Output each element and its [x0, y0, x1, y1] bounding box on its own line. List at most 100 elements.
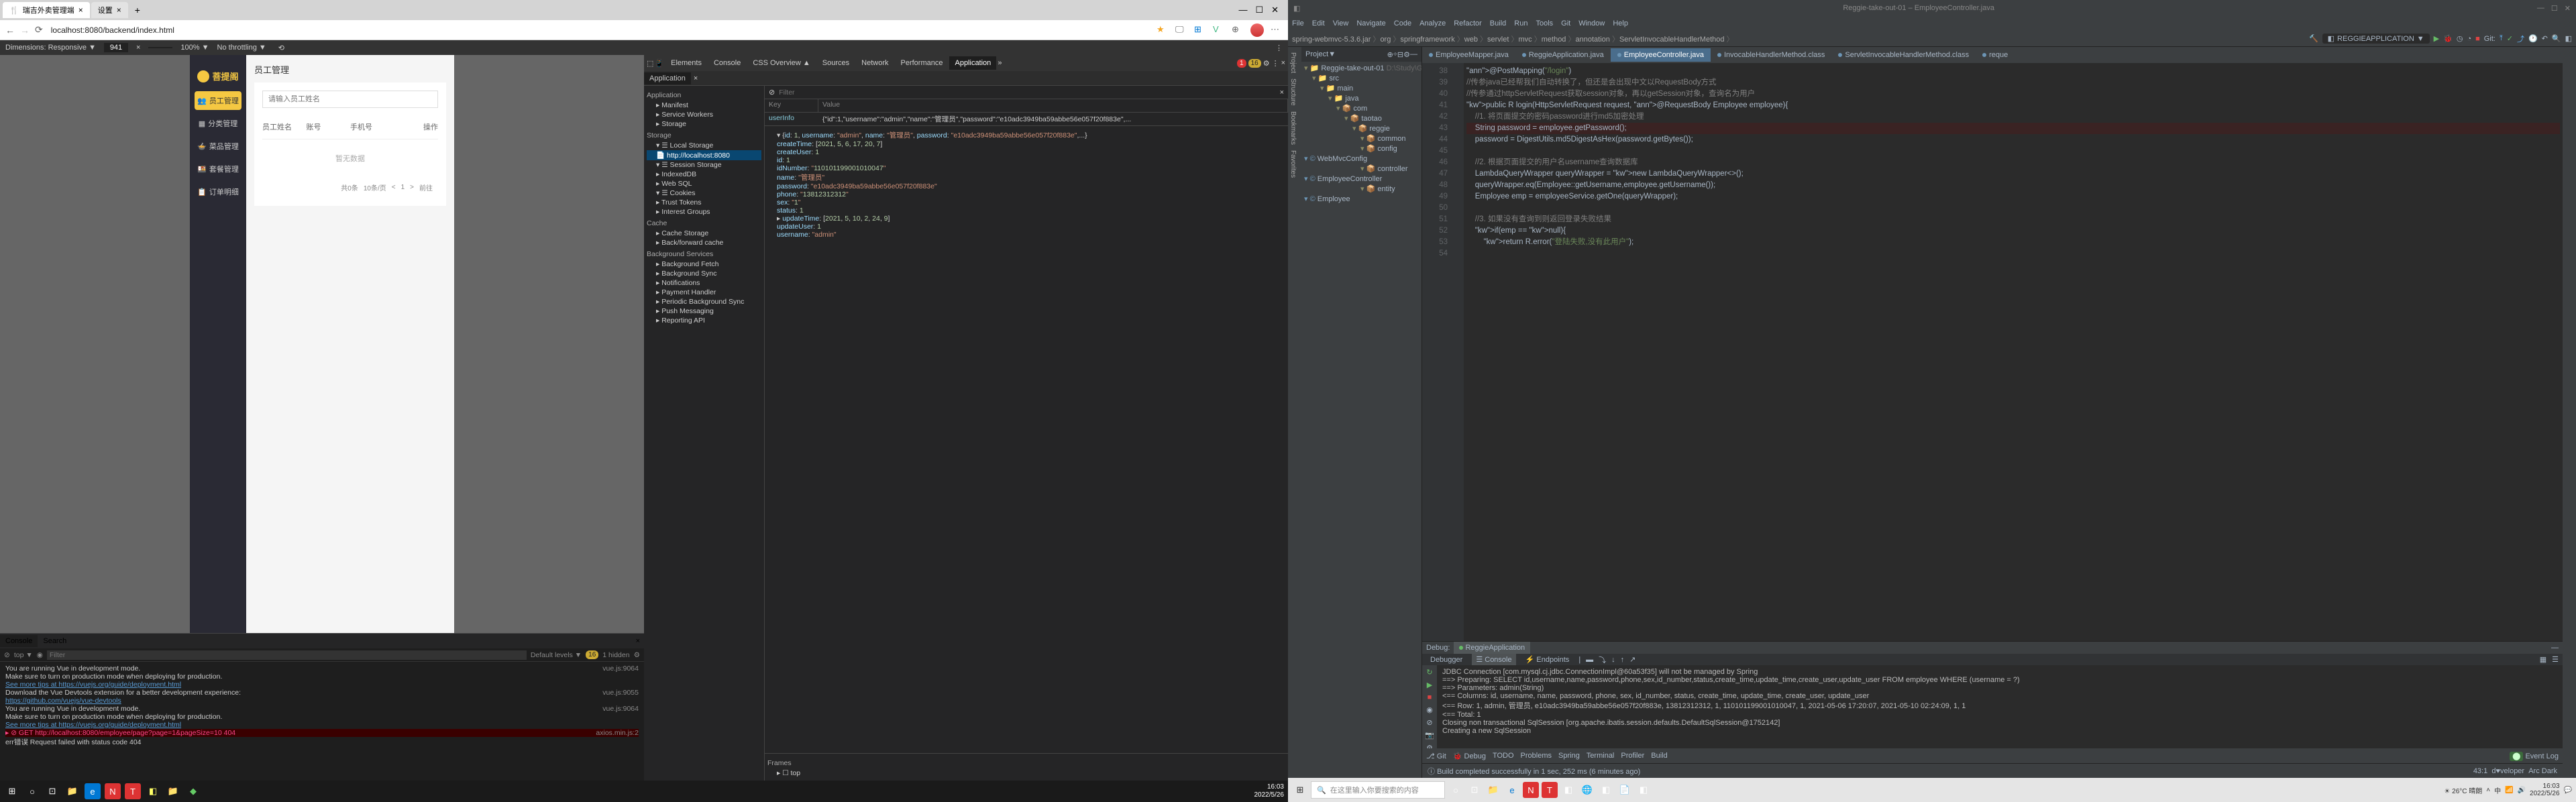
cortana-icon[interactable]: ○	[1448, 782, 1464, 798]
editor-tab[interactable]: InvocableHandlerMethod.class	[1711, 48, 1831, 62]
editor-tab[interactable]: EmployeeMapper.java	[1422, 48, 1515, 62]
menu-refactor[interactable]: Refactor	[1454, 19, 1482, 27]
tree-node[interactable]: ▾ 📦 common	[1304, 133, 1419, 144]
menu-build[interactable]: Build	[1490, 19, 1506, 27]
tree-item[interactable]: ▸ Manifest	[647, 101, 761, 110]
search-icon[interactable]: ○	[24, 783, 40, 799]
editor-tab[interactable]: reque	[1976, 48, 2015, 62]
app-icon[interactable]: 📁	[165, 783, 181, 799]
idea-icon[interactable]: ◧	[1560, 782, 1576, 798]
app-icon[interactable]: 📄	[1617, 782, 1633, 798]
zoom-dropdown[interactable]: 100% ▼	[180, 44, 209, 52]
menu-view[interactable]: View	[1333, 19, 1349, 27]
height-input[interactable]	[148, 47, 172, 48]
debug-icon[interactable]: 🐞	[2443, 34, 2453, 43]
app-icon[interactable]: T	[125, 783, 141, 799]
menu-window[interactable]: Window	[1578, 19, 1605, 27]
minimize-icon[interactable]: —	[2537, 4, 2544, 13]
tree-item[interactable]: ▸ Trust Tokens	[647, 198, 761, 207]
more-icon[interactable]: ⋮	[1275, 44, 1283, 52]
run-to-cursor-icon[interactable]: ↗	[1629, 655, 1635, 664]
structure-tool[interactable]: Structure	[1289, 78, 1300, 106]
weather[interactable]: ☀ 26°C 晴朗	[2444, 785, 2482, 795]
clear-icon[interactable]: ⊘	[4, 651, 10, 659]
tree-node[interactable]: ▾ 📁 src	[1304, 73, 1419, 83]
event-log[interactable]: ⬤ Event Log	[2510, 752, 2559, 760]
menu-navigate[interactable]: Navigate	[1356, 19, 1385, 27]
app-icon[interactable]: ◧	[1635, 782, 1652, 798]
prev-page[interactable]: <	[392, 184, 396, 191]
eye-icon[interactable]: ◉	[37, 651, 43, 659]
start-icon[interactable]: ⊞	[1292, 782, 1308, 798]
inspect-icon[interactable]: ⬚	[647, 59, 653, 68]
editor-tab[interactable]: EmployeeController.java	[1611, 48, 1711, 62]
storage-row[interactable]: userInfo {"id":1,"username":"admin","nam…	[765, 113, 1288, 125]
layout-icon[interactable]: ▦	[2540, 655, 2546, 664]
context-select[interactable]: top ▼	[14, 651, 33, 659]
reload-icon[interactable]: ⟳	[35, 24, 43, 36]
tree-item[interactable]: ▾ ☰ Cookies	[647, 188, 761, 198]
step-out-icon[interactable]: ↑	[1621, 656, 1625, 664]
app-icon[interactable]: N	[1523, 782, 1539, 798]
close-icon[interactable]: ×	[1281, 59, 1285, 67]
frame-top[interactable]: ▸ ☐ top	[767, 768, 1285, 778]
more-tabs[interactable]: »	[998, 59, 1002, 67]
menu-icon[interactable]: ⋯	[1271, 24, 1283, 36]
editor-tab[interactable]: ServletInvocableHandlerMethod.class	[1831, 48, 1976, 62]
close-icon[interactable]: ×	[691, 74, 700, 82]
bottom-tab-profiler[interactable]: Profiler	[1621, 752, 1644, 760]
screen-icon[interactable]: 🖵	[1175, 24, 1187, 36]
level-dropdown[interactable]: Default levels ▼	[531, 651, 582, 659]
run-config-dropdown[interactable]: ◧ REGGIEAPPLICATION ▼	[2322, 34, 2430, 44]
favorites-tool[interactable]: Favorites	[1289, 150, 1300, 178]
tree-node[interactable]: ▾ 📦 taotao	[1304, 113, 1419, 123]
volume-icon[interactable]: 🔊	[2518, 787, 2526, 794]
editor-tab[interactable]: ReggieApplication.java	[1515, 48, 1611, 62]
git-branch[interactable]: d♥veloper	[2491, 767, 2524, 775]
bottom-tab-spring[interactable]: Spring	[1558, 752, 1580, 760]
tree-item[interactable]: 📄 http://localhost:8080	[647, 150, 761, 160]
tree-node[interactable]: ▾ © Employee	[1304, 194, 1419, 204]
sources-tab[interactable]: Sources	[817, 56, 855, 70]
history-icon[interactable]: 🕐	[2528, 34, 2538, 43]
edge-icon[interactable]: e	[85, 783, 101, 799]
app-icon[interactable]: N	[105, 783, 121, 799]
gear-icon[interactable]: ⚙	[1403, 50, 1410, 59]
tree-node[interactable]: ▾ © WebMvcConfig	[1304, 154, 1419, 164]
rerun-icon[interactable]: ↻	[1426, 668, 1432, 677]
page-size-select[interactable]: 10条/页	[364, 182, 386, 192]
url-input[interactable]: localhost:8080/backend/index.html	[48, 24, 1151, 36]
tree-node[interactable]: ▾ 📁 java	[1304, 93, 1419, 103]
elements-tab[interactable]: Elements	[665, 56, 707, 70]
push-icon[interactable]: ⤴	[2517, 34, 2524, 44]
app-subtab[interactable]: Application	[644, 72, 691, 84]
error-badge[interactable]: 1	[1237, 59, 1246, 68]
close-icon[interactable]: —	[2551, 644, 2559, 652]
close-icon[interactable]: ✕	[1271, 5, 1279, 15]
console-tab[interactable]: Console	[0, 635, 38, 647]
menu-git[interactable]: Git	[1561, 19, 1570, 27]
tray-up[interactable]: ˄	[2486, 787, 2490, 794]
app-icon[interactable]: ◧	[1598, 782, 1614, 798]
network-tab[interactable]: Network	[856, 56, 894, 70]
tree-item[interactable]: ▸ Cache Storage	[647, 229, 761, 238]
idea-icon[interactable]: ◧	[145, 783, 161, 799]
tree-item[interactable]: ▸ Background Fetch	[647, 260, 761, 269]
tree-item[interactable]: ▸ Payment Handler	[647, 288, 761, 297]
nav-categories[interactable]: ▦分类管理	[195, 114, 241, 133]
back-icon[interactable]: ←	[5, 25, 15, 36]
more-icon[interactable]: ⋮	[1272, 59, 1279, 68]
maximize-icon[interactable]: ☐	[1255, 5, 1263, 15]
bottom-tab-problems[interactable]: Problems	[1521, 752, 1552, 760]
debug-session-tab[interactable]: ReggieApplication	[1454, 642, 1530, 654]
tree-item[interactable]: ▸ Periodic Background Sync	[647, 297, 761, 306]
tree-node[interactable]: ▾ 📦 controller	[1304, 164, 1419, 174]
warn-badge[interactable]: 16	[1248, 59, 1261, 68]
snapshot-icon[interactable]: 📷	[1425, 731, 1434, 740]
hide-icon[interactable]: —	[1410, 50, 1417, 58]
clock[interactable]: 16:03 2022/5/26	[1254, 783, 1285, 799]
rotate-icon[interactable]: ⟲	[278, 44, 284, 52]
tree-node[interactable]: ▾ 📦 config	[1304, 144, 1419, 154]
tree-item[interactable]: ▸ Interest Groups	[647, 207, 761, 217]
collapse-icon[interactable]: ⊟	[1397, 50, 1403, 59]
